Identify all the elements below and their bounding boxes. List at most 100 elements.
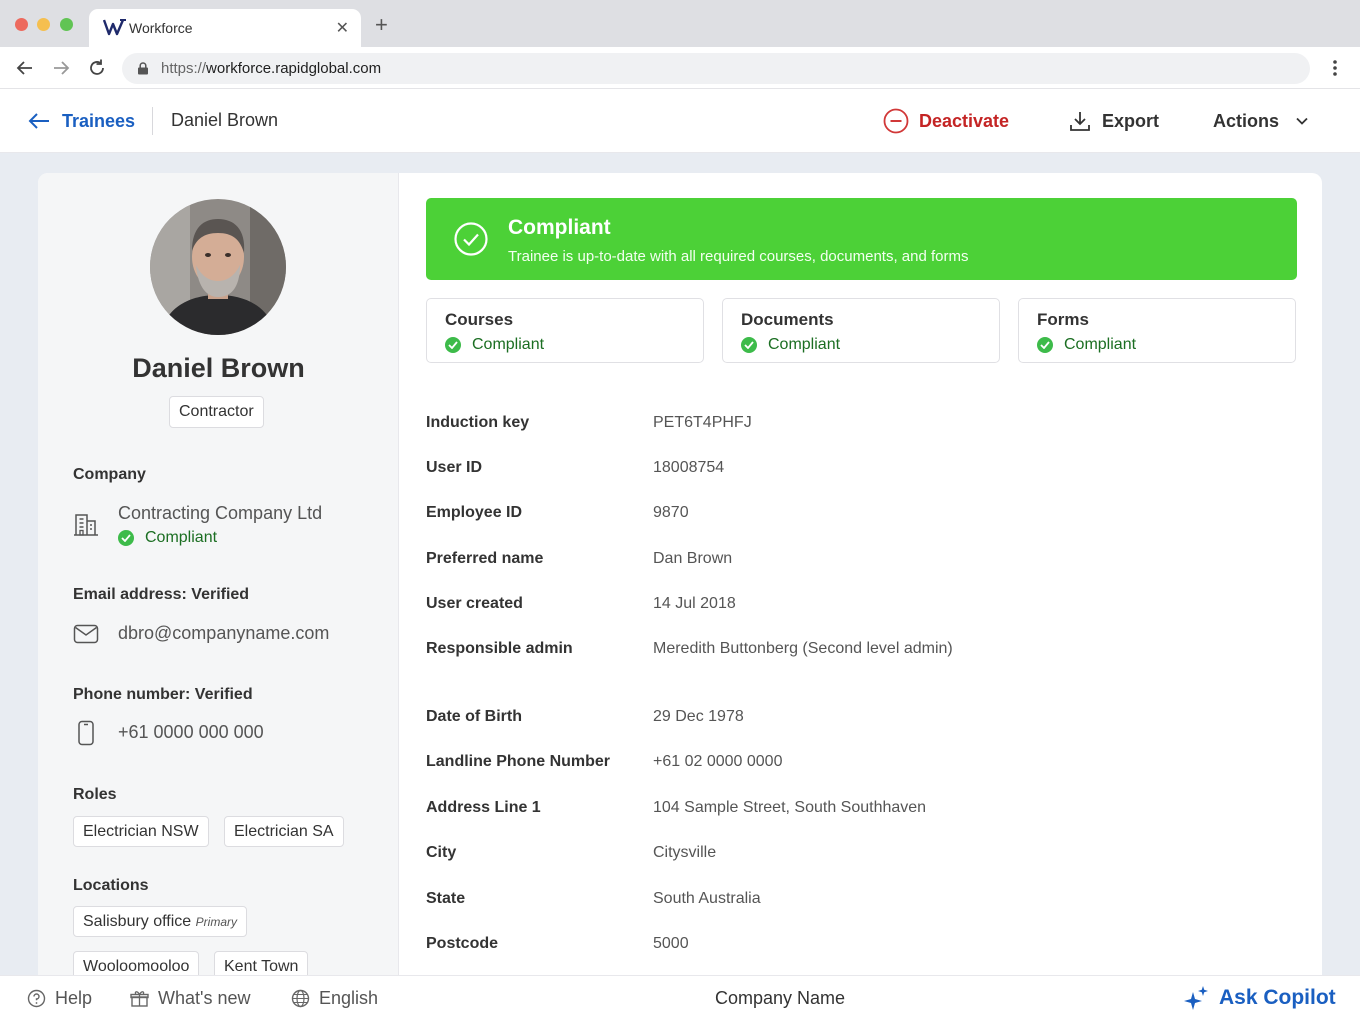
location-chip-primary: Salisbury office Primary [73, 906, 247, 937]
email-value[interactable]: dbro@companyname.com [118, 623, 329, 644]
minus-circle-icon [883, 108, 909, 134]
primary-tag: Primary [195, 915, 237, 929]
courses-card[interactable]: Courses Compliant [426, 298, 704, 363]
check-circle-outline-icon [454, 222, 488, 256]
field-value: Citysville [653, 844, 717, 861]
role-chip: Electrician SA [224, 816, 344, 847]
company-status-label: Compliant [145, 529, 218, 546]
documents-card[interactable]: Documents Compliant [722, 298, 1000, 363]
company-label: Company [73, 466, 146, 483]
stat-status-label: Compliant [472, 336, 545, 353]
field-label: Landline Phone Number [426, 753, 611, 770]
field-value: 104 Sample Street, South Southhaven [653, 799, 927, 816]
url-text: https://workforce.rapidglobal.com [161, 60, 382, 77]
window-zoom-button[interactable] [60, 18, 73, 31]
role-chip: Electrician NSW [73, 816, 209, 847]
stat-title: Documents [741, 310, 834, 329]
chevron-down-icon [1296, 117, 1308, 125]
breadcrumb-current: Daniel Brown [171, 110, 279, 130]
sparkle-icon [1184, 986, 1208, 1010]
building-icon [74, 514, 98, 536]
arrow-left-icon [28, 113, 49, 129]
phone-value: +61 0000 000 000 [118, 722, 264, 742]
field-value: +61 02 0000 0000 [653, 753, 783, 770]
browser-tab-bar: Workforce ✕ + [0, 0, 1360, 47]
copilot-label: Ask Copilot [1219, 986, 1336, 1009]
mobile-phone-icon [78, 720, 94, 746]
check-circle-icon [118, 530, 134, 546]
window-minimize-button[interactable] [37, 18, 50, 31]
actions-label: Actions [1213, 110, 1280, 131]
deactivate-label: Deactivate [919, 110, 1010, 131]
field-label: Employee ID [426, 504, 523, 521]
download-icon [1070, 112, 1090, 131]
roles-label: Roles [73, 786, 117, 803]
app-header: Trainees Daniel Brown Deactivate Export … [0, 89, 1360, 153]
field-label: Date of Birth [426, 708, 522, 725]
profile-name: Daniel Brown [132, 353, 305, 383]
field-label: Postcode [426, 935, 499, 952]
tab-close-icon[interactable]: ✕ [336, 18, 349, 38]
avatar-photo-icon [150, 199, 286, 335]
phone-label: Phone number: Verified [73, 686, 253, 703]
field-value: PET6T4PHFJ [653, 414, 752, 431]
banner-title: Compliant [508, 216, 611, 239]
stat-title: Forms [1037, 310, 1089, 329]
back-to-trainees-link[interactable]: Trainees [28, 109, 135, 133]
stat-title: Courses [445, 310, 514, 329]
trainee-card: Daniel Brown Contractor Company Contract… [38, 173, 1322, 993]
forms-card[interactable]: Forms Compliant [1018, 298, 1296, 363]
banner-subtitle: Trainee is up-to-date with all required … [508, 248, 969, 265]
avatar [150, 199, 286, 335]
stat-status-label: Compliant [768, 336, 841, 353]
new-tab-icon[interactable]: + [375, 14, 388, 36]
page-body: Daniel Brown Contractor Company Contract… [0, 153, 1360, 993]
field-value: 18008754 [653, 459, 725, 476]
back-arrow-icon[interactable] [14, 57, 36, 79]
field-label: User created [426, 595, 523, 612]
field-label: Induction key [426, 414, 530, 431]
stat-status: Compliant [741, 336, 840, 354]
field-value: 9870 [653, 504, 689, 521]
field-value: 29 Dec 1978 [653, 708, 744, 725]
field-label: Address Line 1 [426, 799, 541, 816]
field-value: 14 Jul 2018 [653, 595, 736, 612]
field-value: 5000 [653, 935, 689, 952]
field-label: User ID [426, 459, 483, 476]
window-close-button[interactable] [15, 18, 28, 31]
location-name: Salisbury office [83, 913, 192, 930]
profile-type-badge: Contractor [169, 396, 264, 428]
email-label: Email address: Verified [73, 586, 250, 603]
export-label: Export [1102, 110, 1160, 131]
company-status: Compliant [118, 529, 217, 547]
tab-title: Workforce [129, 20, 193, 36]
field-label: City [426, 844, 457, 861]
field-label: Responsible admin [426, 640, 573, 657]
forward-arrow-icon[interactable] [50, 57, 72, 79]
stat-status: Compliant [1037, 336, 1136, 354]
app-footer: Help What's new English Company Name Ask… [0, 975, 1360, 1020]
deactivate-button[interactable]: Deactivate [883, 107, 1009, 135]
check-circle-icon [445, 337, 461, 353]
reload-icon[interactable] [86, 57, 108, 79]
export-button[interactable]: Export [1068, 107, 1159, 135]
company-name: Contracting Company Ltd [118, 503, 323, 523]
ask-copilot-button[interactable]: Ask Copilot [1183, 985, 1336, 1011]
profile-sidebar: Daniel Brown Contractor Company Contract… [38, 173, 399, 993]
kebab-menu-icon[interactable] [1327, 58, 1343, 78]
lock-icon [138, 62, 148, 75]
field-value: Dan Brown [653, 550, 733, 567]
field-label: Preferred name [426, 550, 544, 567]
browser-tab[interactable]: Workforce ✕ [89, 9, 361, 47]
url-field[interactable]: https://workforce.rapidglobal.com [122, 53, 1310, 84]
check-circle-icon [741, 337, 757, 353]
stat-status-label: Compliant [1064, 336, 1137, 353]
breadcrumb-divider [152, 107, 153, 135]
check-circle-icon [1037, 337, 1053, 353]
compliance-banner: Compliant Trainee is up-to-date with all… [426, 198, 1297, 280]
back-label: Trainees [62, 110, 136, 131]
footer-company-name: Company Name [714, 988, 846, 1008]
actions-dropdown[interactable]: Actions [1213, 107, 1309, 135]
field-value: South Australia [653, 890, 761, 907]
field-label: State [426, 890, 466, 907]
